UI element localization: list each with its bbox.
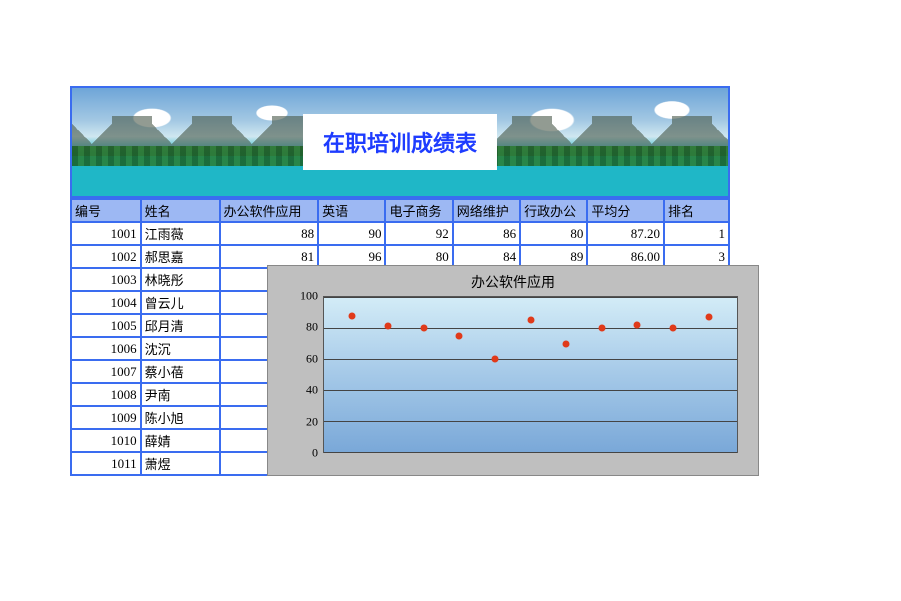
table-cell: 87.20 (587, 222, 664, 245)
chart-container: 办公软件应用 0 20 40 60 80 100 (267, 265, 759, 476)
table-cell: 90 (318, 222, 385, 245)
table-cell: 86 (453, 222, 520, 245)
data-point (634, 321, 641, 328)
table-cell: 郝思嘉 (141, 245, 220, 268)
col-header: 英语 (318, 199, 385, 222)
table-cell: 80 (520, 222, 587, 245)
table-cell: 1009 (71, 406, 141, 429)
table-cell: 江雨薇 (141, 222, 220, 245)
table-cell: 1011 (71, 452, 141, 475)
chart-plot-area (323, 296, 738, 453)
table-cell: 1 (664, 222, 729, 245)
table-cell: 萧煜 (141, 452, 220, 475)
gridline (324, 452, 737, 453)
table-cell: 1006 (71, 337, 141, 360)
table-cell: 林晓彤 (141, 268, 220, 291)
page-title: 在职培训成绩表 (303, 114, 497, 170)
data-point (456, 332, 463, 339)
y-tick-label: 0 (278, 446, 318, 461)
col-header: 行政办公 (520, 199, 587, 222)
y-tick-label: 20 (278, 414, 318, 429)
col-header: 姓名 (141, 199, 220, 222)
table-cell: 沈沉 (141, 337, 220, 360)
y-tick-label: 100 (278, 289, 318, 304)
table-cell: 蔡小蓓 (141, 360, 220, 383)
banner-image: 在职培训成绩表 (70, 86, 730, 198)
data-point (527, 317, 534, 324)
chart-title: 办公软件应用 (268, 272, 758, 292)
y-tick-label: 80 (278, 320, 318, 335)
data-point (420, 325, 427, 332)
gridline (324, 421, 737, 422)
gridline (324, 359, 737, 360)
col-header: 编号 (71, 199, 141, 222)
data-point (385, 323, 392, 330)
table-cell: 1007 (71, 360, 141, 383)
data-point (563, 340, 570, 347)
col-header: 平均分 (587, 199, 664, 222)
y-tick-label: 40 (278, 383, 318, 398)
table-cell: 陈小旭 (141, 406, 220, 429)
table-cell: 1004 (71, 291, 141, 314)
gridline (324, 390, 737, 391)
table-cell: 尹南 (141, 383, 220, 406)
table-cell: 1002 (71, 245, 141, 268)
table-cell: 92 (385, 222, 452, 245)
gridline (324, 297, 737, 298)
table-cell: 88 (220, 222, 319, 245)
data-point (598, 325, 605, 332)
table-cell: 薛婧 (141, 429, 220, 452)
table-cell: 1003 (71, 268, 141, 291)
data-point (705, 314, 712, 321)
col-header: 排名 (664, 199, 729, 222)
col-header: 电子商务 (385, 199, 452, 222)
table-cell: 曾云儿 (141, 291, 220, 314)
col-header: 办公软件应用 (220, 199, 319, 222)
table-row: 1001江雨薇889092868087.201 (71, 222, 729, 245)
table-cell: 邱月清 (141, 314, 220, 337)
data-point (669, 325, 676, 332)
col-header: 网络维护 (453, 199, 520, 222)
table-cell: 1005 (71, 314, 141, 337)
data-point (349, 312, 356, 319)
table-cell: 1001 (71, 222, 141, 245)
table-cell: 1010 (71, 429, 141, 452)
y-tick-label: 60 (278, 351, 318, 366)
table-cell: 1008 (71, 383, 141, 406)
data-point (491, 356, 498, 363)
